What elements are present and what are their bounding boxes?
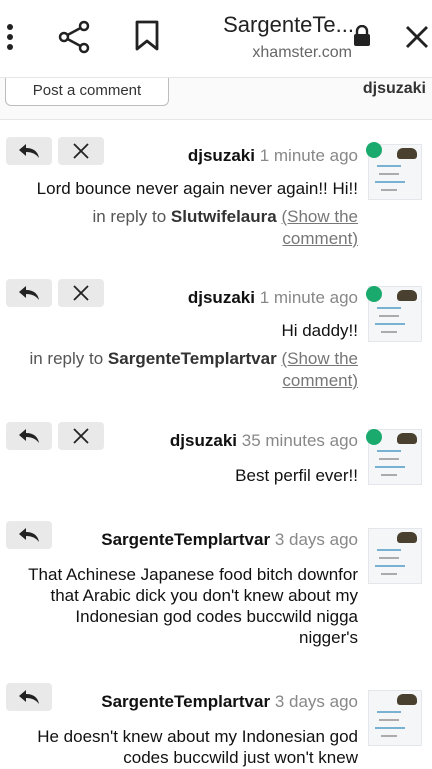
- post-comment-button[interactable]: Post a comment: [5, 78, 169, 106]
- online-status-dot: [366, 286, 382, 302]
- current-username: djsuzaki: [362, 80, 426, 97]
- comment-text: He doesn't knew about my Indonesian god …: [37, 727, 358, 767]
- comment-time: 3 days ago: [274, 530, 358, 549]
- reply-button[interactable]: [6, 521, 52, 549]
- reply-icon: [19, 286, 39, 300]
- close-icon: [73, 285, 89, 301]
- reply-reference: in reply to SargenteTemplartvar (Show th…: [29, 349, 358, 390]
- browser-toolbar: SargenteTe... xhamster.com: [0, 0, 432, 78]
- reply-button[interactable]: [6, 683, 52, 711]
- comment-form: Post a comment djsuzaki: [0, 78, 432, 120]
- comment-meta: djsuzaki 1 minute ago: [188, 288, 358, 308]
- comment-text: Hi daddy!!: [281, 321, 358, 340]
- reply-icon: [19, 528, 39, 542]
- comment-time: 1 minute ago: [259, 146, 358, 165]
- reply-to-user[interactable]: Slutwifelaura: [171, 207, 277, 226]
- comment-author[interactable]: SargenteTemplartvar: [101, 530, 270, 549]
- online-status-dot: [366, 429, 382, 445]
- share-icon[interactable]: [58, 20, 92, 59]
- reply-icon: [19, 429, 39, 443]
- comment-meta: SargenteTemplartvar 3 days ago: [101, 530, 358, 550]
- close-icon: [73, 428, 89, 444]
- comment-author[interactable]: djsuzaki: [170, 431, 237, 450]
- show-comment-link[interactable]: (Show the comment): [281, 207, 358, 248]
- comment-time: 35 minutes ago: [241, 431, 358, 450]
- comment-text: Lord bounce never again never again!! Hi…: [36, 179, 358, 198]
- comment-text: Best perfil ever!!: [235, 466, 358, 485]
- comment-author[interactable]: SargenteTemplartvar: [101, 692, 270, 711]
- page-title: SargenteTe...: [223, 12, 354, 37]
- reply-reference: in reply to Slutwifelaura (Show the comm…: [92, 207, 358, 248]
- comment-meta: SargenteTemplartvar 3 days ago: [101, 692, 358, 712]
- comment-author[interactable]: djsuzaki: [188, 288, 255, 307]
- page-url[interactable]: xhamster.com: [182, 44, 352, 62]
- delete-button[interactable]: [58, 422, 104, 450]
- more-vert-icon[interactable]: [3, 22, 17, 57]
- comment-text: That Achinese Japanese food bitch downfo…: [28, 565, 358, 647]
- comment-meta: djsuzaki 1 minute ago: [188, 146, 358, 166]
- delete-button[interactable]: [58, 279, 104, 307]
- reply-icon: [19, 690, 39, 704]
- lock-icon: [352, 24, 372, 52]
- comment-author[interactable]: djsuzaki: [188, 146, 255, 165]
- avatar[interactable]: [368, 528, 422, 584]
- comment-time: 1 minute ago: [259, 288, 358, 307]
- close-icon[interactable]: [404, 24, 430, 55]
- delete-button[interactable]: [58, 137, 104, 165]
- reply-button[interactable]: [6, 422, 52, 450]
- bookmark-icon[interactable]: [134, 20, 160, 57]
- comment-time: 3 days ago: [274, 692, 358, 711]
- reply-button[interactable]: [6, 137, 52, 165]
- close-icon: [73, 143, 89, 159]
- online-status-dot: [366, 142, 382, 158]
- reply-to-user[interactable]: SargenteTemplartvar: [108, 349, 277, 368]
- reply-icon: [19, 144, 39, 158]
- avatar[interactable]: [368, 690, 422, 746]
- show-comment-link[interactable]: (Show the comment): [281, 349, 358, 390]
- reply-button[interactable]: [6, 279, 52, 307]
- comment-meta: djsuzaki 35 minutes ago: [170, 431, 358, 451]
